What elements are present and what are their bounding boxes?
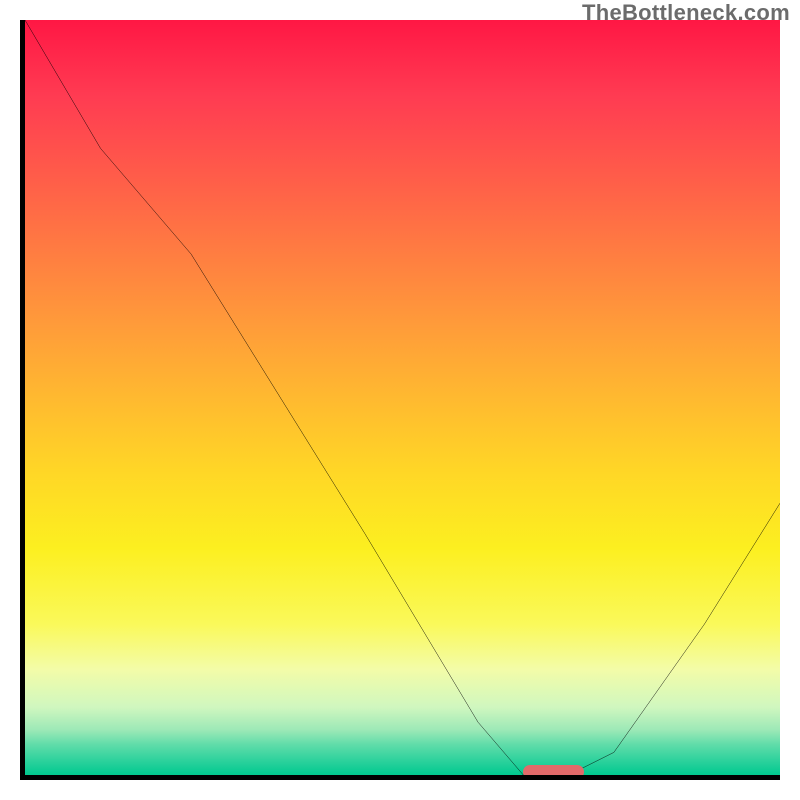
curve-layer <box>25 20 780 775</box>
bottleneck-curve-line <box>25 20 780 775</box>
plot-area <box>20 20 780 780</box>
optimal-range-marker <box>523 765 583 779</box>
bottleneck-chart: TheBottleneck.com <box>0 0 800 800</box>
